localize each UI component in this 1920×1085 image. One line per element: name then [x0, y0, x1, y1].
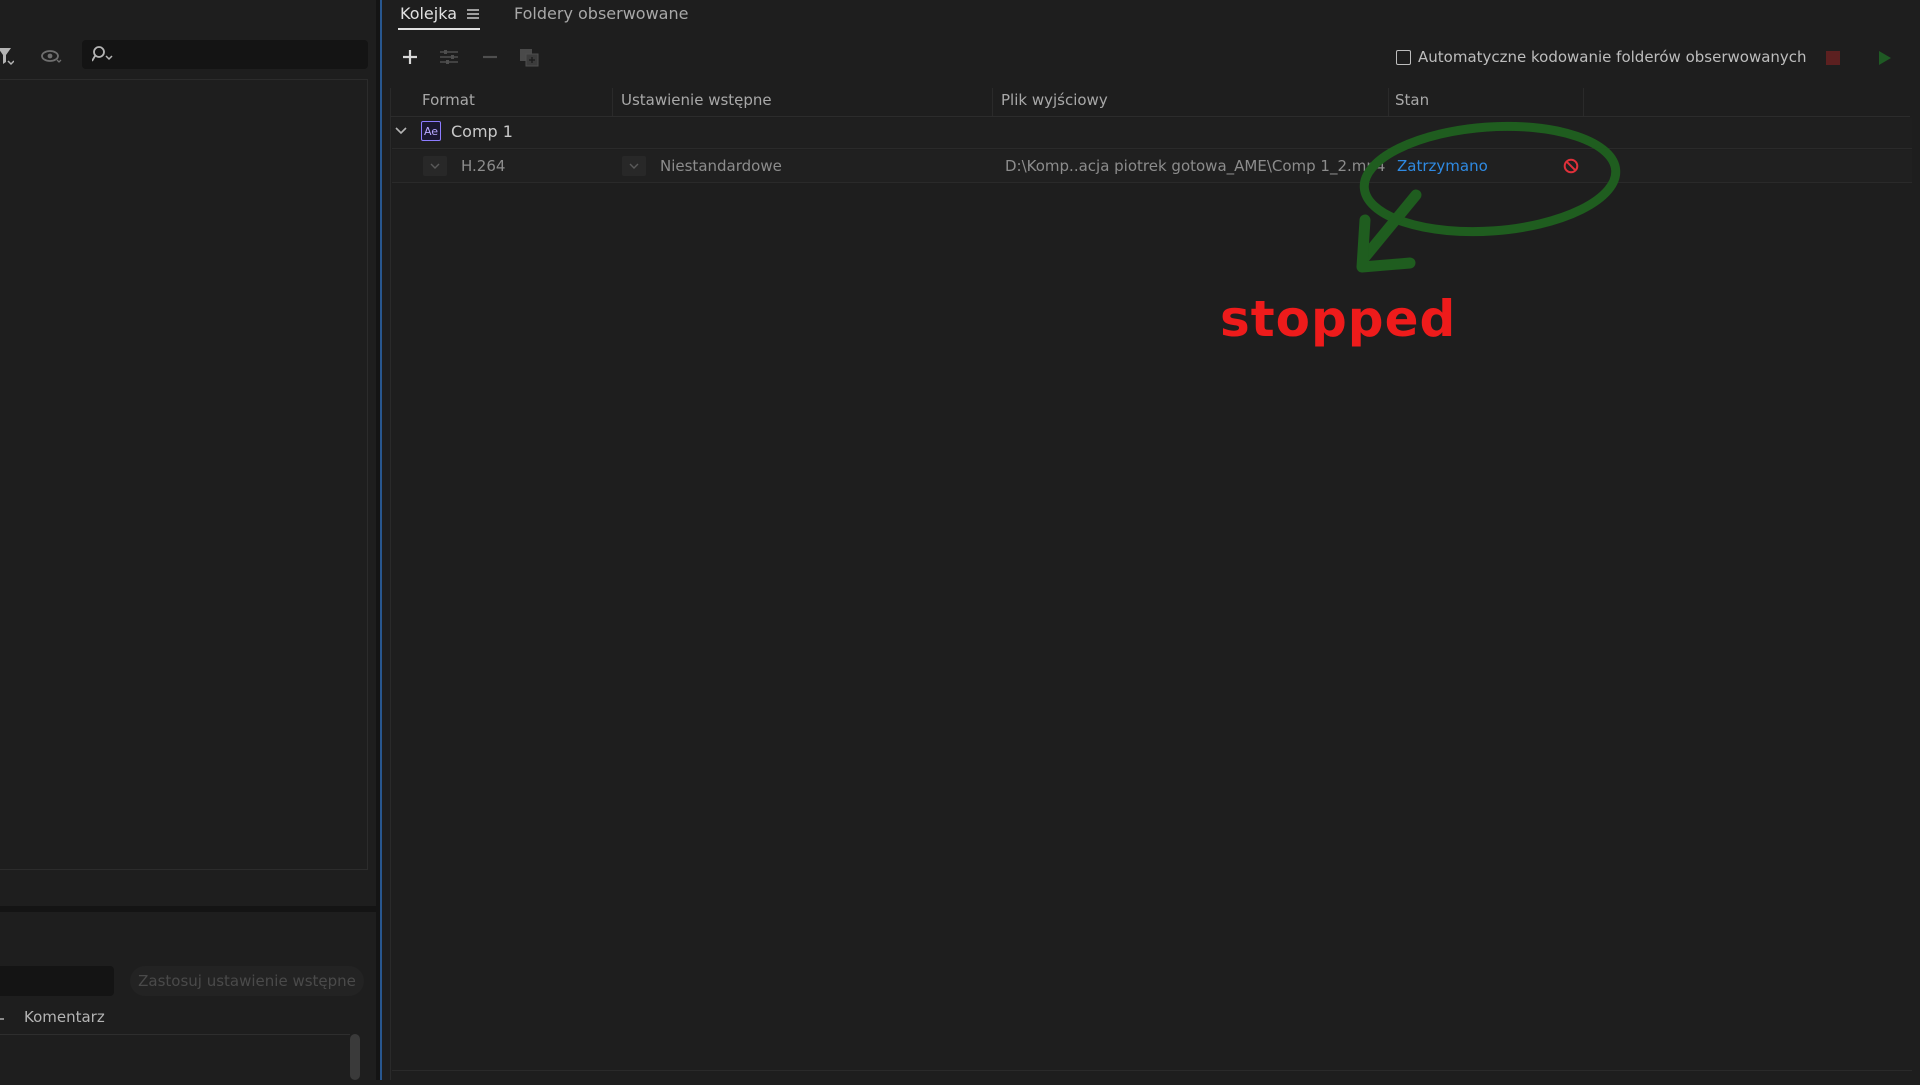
column-header-output-file[interactable]: Plik wyjściowy: [1001, 91, 1108, 109]
tab-watch-folders[interactable]: Foldery obserwowane: [514, 4, 688, 23]
remove-icon[interactable]: [481, 48, 499, 66]
chevron-down-icon[interactable]: [394, 126, 408, 136]
output-file-link[interactable]: D:\Komp..acja piotrek gotowa_AME\Comp 1_…: [1005, 157, 1385, 175]
tab-queue[interactable]: Kolejka: [400, 4, 457, 23]
start-queue-button[interactable]: [1878, 50, 1892, 66]
preset-browser-list: [0, 79, 368, 870]
preset-name-input[interactable]: [0, 966, 114, 996]
column-separator[interactable]: [612, 88, 613, 116]
preset-value[interactable]: Niestandardowe: [660, 157, 782, 175]
after-effects-icon: Ae: [421, 121, 441, 141]
table-bottom-border: [392, 1070, 1912, 1071]
auto-encode-label[interactable]: Automatyczne kodowanie folderów obserwow…: [1418, 48, 1807, 66]
queue-settings-icon[interactable]: [438, 48, 460, 66]
comment-column-header[interactable]: Komentarz: [24, 1008, 105, 1026]
left-scrollbar[interactable]: [350, 1034, 360, 1080]
column-separator[interactable]: [1388, 88, 1389, 116]
column-header-format[interactable]: Format: [422, 91, 475, 109]
column-header-preset[interactable]: Ustawienie wstępne: [621, 91, 772, 109]
panel-menu-icon[interactable]: [466, 5, 480, 23]
filter-icon[interactable]: [0, 46, 14, 66]
apply-preset-button[interactable]: Zastosuj ustawienie wstępne: [130, 966, 364, 996]
column-separator[interactable]: [1583, 88, 1584, 116]
format-dropdown[interactable]: [423, 156, 447, 176]
preset-dropdown[interactable]: [622, 156, 646, 176]
comment-list: [0, 1034, 350, 1085]
annotation-label: stopped: [1220, 290, 1457, 348]
table-header: [390, 88, 1910, 117]
annotation-circle-arrow: [1350, 115, 1630, 295]
panel-divider[interactable]: [0, 906, 376, 912]
auto-encode-checkbox[interactable]: [1396, 50, 1411, 65]
stop-queue-button[interactable]: [1826, 51, 1840, 65]
queue-table: [390, 88, 1911, 1080]
add-source-icon[interactable]: [401, 48, 419, 66]
queue-group-row[interactable]: [392, 118, 1912, 149]
format-value[interactable]: H.264: [461, 157, 505, 175]
panel-separator-highlight: [380, 0, 382, 1080]
column-separator[interactable]: [992, 88, 993, 116]
source-name: Comp 1: [451, 122, 513, 141]
left-search-input[interactable]: [82, 40, 368, 69]
column-header-status[interactable]: Stan: [1395, 91, 1429, 109]
column-marker: [0, 1018, 4, 1020]
active-tab-indicator: [398, 28, 480, 30]
eye-icon[interactable]: [40, 48, 62, 64]
duplicate-icon[interactable]: [519, 48, 541, 68]
search-icon: [92, 46, 118, 64]
